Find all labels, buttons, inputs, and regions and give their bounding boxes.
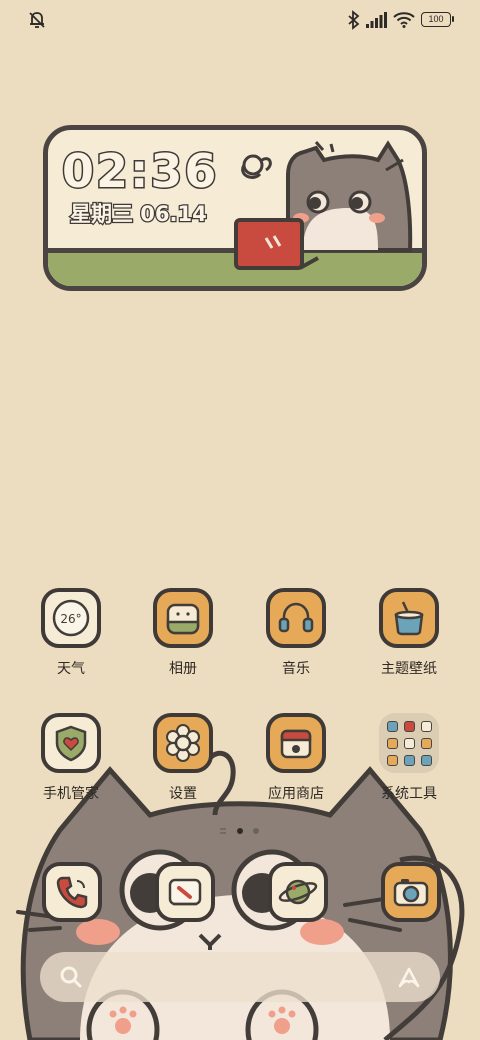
folder-icon xyxy=(379,713,439,773)
app-phone-manager[interactable]: 手机管家 xyxy=(16,713,126,803)
app-themes[interactable]: 主题壁纸 xyxy=(354,588,464,678)
signal-icon xyxy=(366,12,387,28)
clock-widget[interactable]: 02:36 星期三 06.14 xyxy=(43,125,427,291)
camera-icon xyxy=(381,862,441,922)
dock-browser[interactable] xyxy=(268,862,328,922)
app-music[interactable]: 音乐 xyxy=(241,588,351,678)
status-bar: 100 xyxy=(0,0,480,40)
mute-bell-icon xyxy=(29,12,45,28)
planet-icon xyxy=(268,862,328,922)
app-label: 天气 xyxy=(57,661,85,677)
clock-date: 星期三 06.14 xyxy=(69,201,208,228)
wifi-icon xyxy=(393,12,415,28)
dock-messages[interactable] xyxy=(155,862,215,922)
dock-camera[interactable] xyxy=(381,862,441,922)
dock-phone[interactable] xyxy=(42,862,102,922)
app-weather[interactable]: 26° 天气 xyxy=(16,588,126,678)
app-settings[interactable]: 设置 xyxy=(128,713,238,803)
app-gallery[interactable]: 相册 xyxy=(128,588,238,678)
gallery-icon xyxy=(153,588,213,648)
headphones-icon xyxy=(266,588,326,648)
paint-bucket-icon xyxy=(379,588,439,648)
search-icon xyxy=(60,966,82,988)
message-icon xyxy=(155,862,215,922)
app-label: 设置 xyxy=(169,786,197,802)
app-label: 主题壁纸 xyxy=(381,661,437,677)
weather-icon: 26° xyxy=(41,588,101,648)
app-label: 应用商店 xyxy=(268,786,324,802)
assistant-icon[interactable] xyxy=(396,964,422,990)
page-indicator[interactable] xyxy=(219,826,261,836)
store-icon xyxy=(266,713,326,773)
app-label: 手机管家 xyxy=(43,786,99,802)
app-folder-system-tools[interactable]: 系统工具 xyxy=(354,713,464,803)
shield-heart-icon xyxy=(41,713,101,773)
weather-value: 26° xyxy=(60,612,81,626)
app-label: 音乐 xyxy=(282,661,310,677)
search-bar[interactable] xyxy=(40,952,440,1002)
app-label: 相册 xyxy=(169,661,197,677)
app-label: 系统工具 xyxy=(381,786,437,802)
phone-icon xyxy=(42,862,102,922)
gear-flower-icon xyxy=(153,713,213,773)
clock-time: 02:36 xyxy=(60,143,219,200)
battery-icon: 100 xyxy=(421,12,454,27)
app-store[interactable]: 应用商店 xyxy=(241,713,351,803)
bluetooth-icon xyxy=(348,10,360,30)
